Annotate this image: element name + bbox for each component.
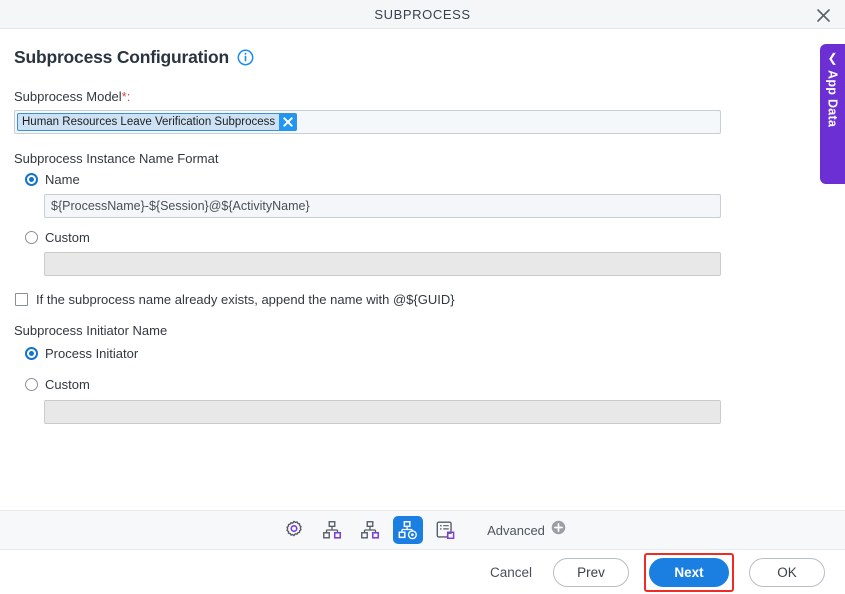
- radio-name-format-custom-control[interactable]: [25, 230, 38, 244]
- subprocess-configuration-icon[interactable]: [393, 516, 424, 544]
- subprocess-model-label-text: Subprocess Model: [14, 89, 122, 104]
- radio-initiator-custom-label: Custom: [45, 376, 90, 392]
- advanced-button[interactable]: Advanced: [487, 520, 566, 540]
- dialog-titlebar: SUBPROCESS: [0, 0, 845, 29]
- radio-initiator-process-label: Process Initiator: [45, 345, 139, 361]
- initiator-custom-input[interactable]: [44, 400, 721, 424]
- app-data-tab[interactable]: ❮ App Data: [820, 44, 845, 184]
- advanced-label: Advanced: [487, 522, 545, 538]
- next-button-highlight: Next: [644, 552, 734, 592]
- radio-initiator-process[interactable]: Process Initiator: [25, 342, 831, 364]
- subprocess-mapping-icon[interactable]: [355, 516, 385, 544]
- cancel-button[interactable]: Cancel: [484, 561, 538, 584]
- page-title-row: Subprocess Configuration: [14, 29, 831, 68]
- radio-initiator-custom-control[interactable]: [25, 377, 38, 391]
- close-icon[interactable]: [811, 3, 835, 27]
- subprocess-model-chip-label: Human Resources Leave Verification Subpr…: [22, 116, 276, 128]
- subprocess-model-input[interactable]: Human Resources Leave Verification Subpr…: [14, 110, 721, 134]
- plus-circle-icon[interactable]: [551, 520, 566, 540]
- radio-name-format-name-control[interactable]: [25, 172, 38, 186]
- radio-name-format-name-label: Name: [45, 171, 80, 187]
- dialog-toolbar: Advanced: [0, 510, 845, 550]
- app-data-tab-label: App Data: [825, 70, 840, 128]
- guid-append-checkbox[interactable]: [15, 293, 28, 306]
- dialog-body: Subprocess Configuration Subprocess Mode…: [0, 29, 845, 510]
- subprocess-nodes-icon[interactable]: [317, 516, 347, 544]
- chevron-left-icon: ❮: [827, 51, 838, 65]
- guid-append-checkbox-row[interactable]: If the subprocess name already exists, a…: [15, 292, 831, 307]
- name-format-name-value: ${ProcessName}-${Session}@${ActivityName…: [51, 199, 310, 213]
- radio-initiator-custom[interactable]: Custom: [25, 373, 831, 395]
- dialog-title: SUBPROCESS: [374, 6, 471, 22]
- next-button[interactable]: Next: [649, 557, 729, 587]
- form-fields-icon[interactable]: [431, 516, 461, 544]
- radio-name-format-custom[interactable]: Custom: [25, 226, 831, 248]
- ok-button[interactable]: OK: [749, 557, 825, 587]
- name-format-custom-input[interactable]: [44, 252, 721, 276]
- initiator-section-label: Subprocess Initiator Name: [14, 323, 168, 338]
- name-format-name-input[interactable]: ${ProcessName}-${Session}@${ActivityName…: [44, 194, 721, 218]
- general-settings-icon[interactable]: [279, 516, 309, 544]
- radio-initiator-process-control[interactable]: [25, 346, 38, 360]
- subprocess-configuration-dialog: SUBPROCESS Subprocess Configuration Subp…: [0, 0, 845, 594]
- required-marker: *:: [121, 89, 131, 104]
- subprocess-model-label: Subprocess Model*:: [14, 89, 831, 104]
- prev-button[interactable]: Prev: [553, 557, 629, 587]
- info-icon[interactable]: [237, 49, 254, 66]
- chip-remove-close-icon[interactable]: [279, 113, 297, 131]
- subprocess-model-chip: Human Resources Leave Verification Subpr…: [17, 113, 298, 131]
- page-title: Subprocess Configuration: [14, 47, 229, 67]
- dialog-footer: Cancel Prev Next OK: [0, 550, 845, 594]
- radio-name-format-custom-label: Custom: [45, 229, 90, 245]
- name-format-section-label: Subprocess Instance Name Format: [14, 151, 219, 166]
- radio-name-format-name[interactable]: Name: [25, 168, 831, 190]
- guid-append-label: If the subprocess name already exists, a…: [36, 292, 455, 307]
